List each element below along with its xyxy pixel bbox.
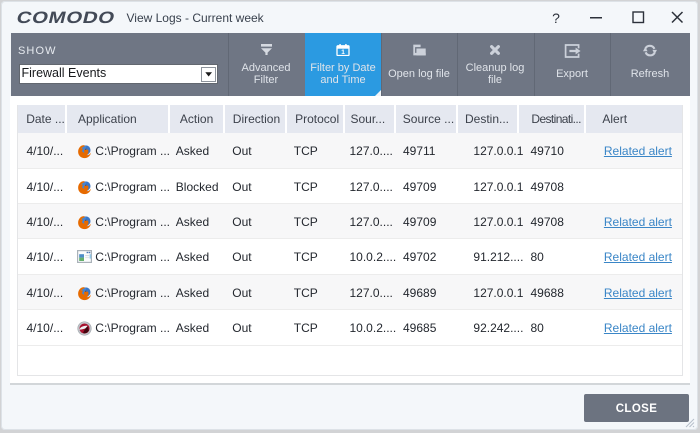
svg-text:1: 1 (341, 49, 345, 56)
